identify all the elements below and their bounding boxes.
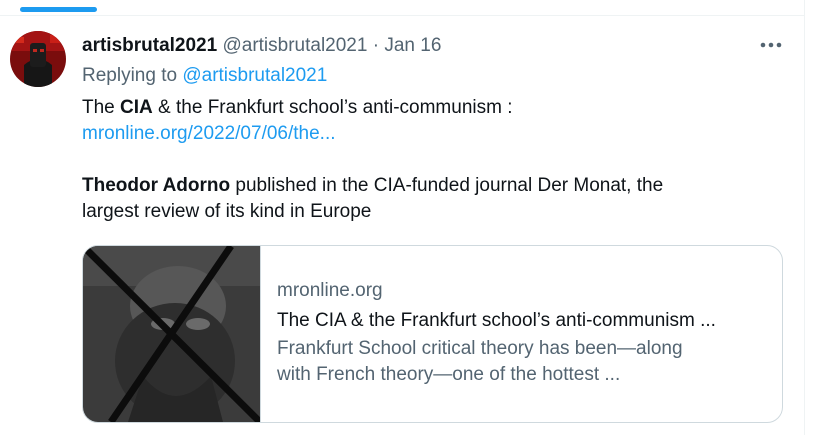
display-name[interactable]: artisbrutal2021 [82,35,217,56]
replying-to-mention[interactable]: @artisbrutal2021 [182,65,327,86]
tweet-link[interactable]: mronline.org/2022/07/06/the... [82,123,336,144]
bold-text: Theodor Adorno [82,175,231,196]
card-description-line: Frankfurt School critical theory has bee… [277,338,683,359]
card-description: Frankfurt School critical theory has bee… [277,336,772,388]
tweet-text-line: largest review of its kind in Europe [82,199,782,225]
text-segment: largest review of its kind in Europe [82,201,372,222]
tweet-text-line: Theodor Adorno published in the CIA-fund… [82,173,782,199]
tweet-text-line: mronline.org/2022/07/06/the... [82,121,782,147]
replying-to: Replying to @artisbrutal2021 [82,64,327,88]
avatar-image [10,31,66,87]
card-thumbnail [83,246,263,422]
more-options-button[interactable] [758,33,784,57]
card-thumbnail-image [83,246,263,422]
card-description-line: with French theory—one of the hottest ..… [277,364,621,385]
card-domain: mronline.org [277,280,383,301]
text-segment: published in the CIA-funded journal Der … [230,175,664,196]
separator-dot: · [372,35,380,56]
tweet-date[interactable]: Jan 16 [384,35,441,56]
card-title: The CIA & the Frankfurt school’s anti-co… [277,310,716,331]
avatar[interactable] [10,31,66,87]
more-horizontal-icon [760,42,782,48]
tweet-header: artisbrutal2021 @artisbrutal2021 · Jan 1… [82,34,441,58]
tweet-text: The CIA & the Frankfurt school’s anti-co… [82,95,782,225]
top-divider [0,15,805,16]
active-tab-indicator [20,7,97,12]
link-preview-card[interactable]: mronline.org The CIA & the Frankfurt sch… [82,245,783,423]
user-handle[interactable]: @artisbrutal2021 [222,35,367,56]
tweet-text-line: The CIA & the Frankfurt school’s anti-co… [82,95,782,121]
column-border [804,0,805,435]
text-segment: The [82,97,121,118]
bold-text: CIA [120,97,153,118]
text-segment: & the Frankfurt school’s anti-communism … [152,97,513,118]
replying-to-label: Replying to [82,65,178,86]
card-text: mronline.org The CIA & the Frankfurt sch… [277,278,772,388]
